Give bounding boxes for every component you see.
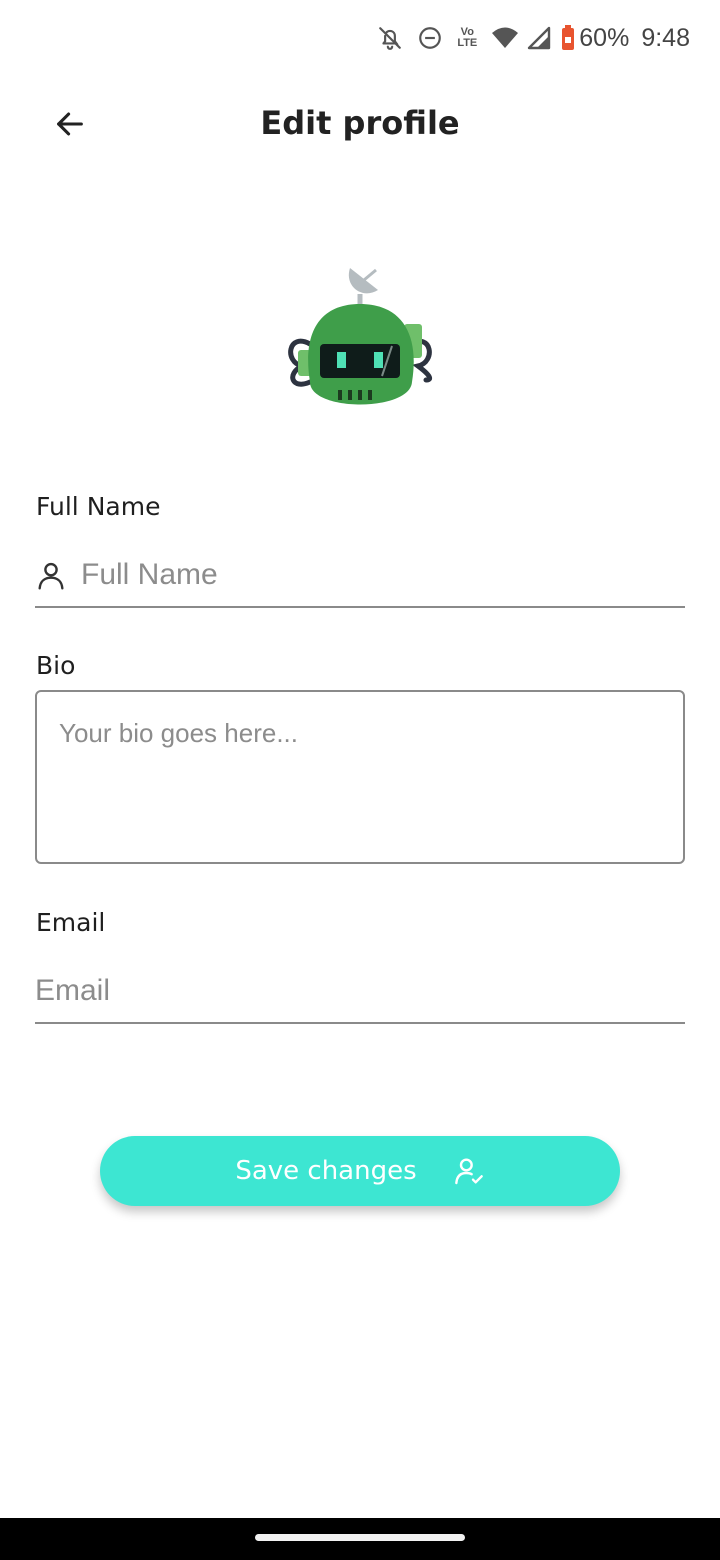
robot-avatar-icon [288, 268, 432, 405]
email-label: Email [36, 908, 106, 937]
home-gesture-handle[interactable] [255, 1534, 465, 1541]
page-title: Edit profile [260, 104, 460, 142]
full-name-field [35, 544, 685, 608]
save-changes-button[interactable]: Save changes [100, 1136, 620, 1206]
full-name-label: Full Name [36, 492, 161, 521]
bio-field [35, 690, 685, 864]
status-bar: Vo LTE 60% 9:48 [0, 0, 720, 76]
app-bar: Edit profile [0, 90, 720, 160]
email-input[interactable] [35, 960, 685, 1022]
do-not-disturb-icon [417, 25, 443, 51]
volte-icon: Vo LTE [457, 27, 477, 49]
battery-icon [561, 25, 575, 51]
full-name-input[interactable] [81, 544, 685, 606]
navigation-bar [0, 1518, 720, 1560]
profile-avatar[interactable] [280, 262, 440, 422]
email-field [35, 960, 685, 1024]
bio-input[interactable] [37, 692, 683, 862]
user-check-icon [453, 1155, 485, 1187]
save-changes-label: Save changes [235, 1156, 417, 1186]
bio-label: Bio [36, 651, 76, 680]
wifi-icon [491, 26, 519, 50]
clock: 9:48 [641, 23, 690, 52]
bell-off-icon [377, 25, 403, 51]
volte-bottom-label: LTE [457, 37, 478, 49]
person-icon [35, 559, 81, 591]
battery-percent: 60% [579, 23, 630, 52]
signal-icon [527, 26, 551, 50]
